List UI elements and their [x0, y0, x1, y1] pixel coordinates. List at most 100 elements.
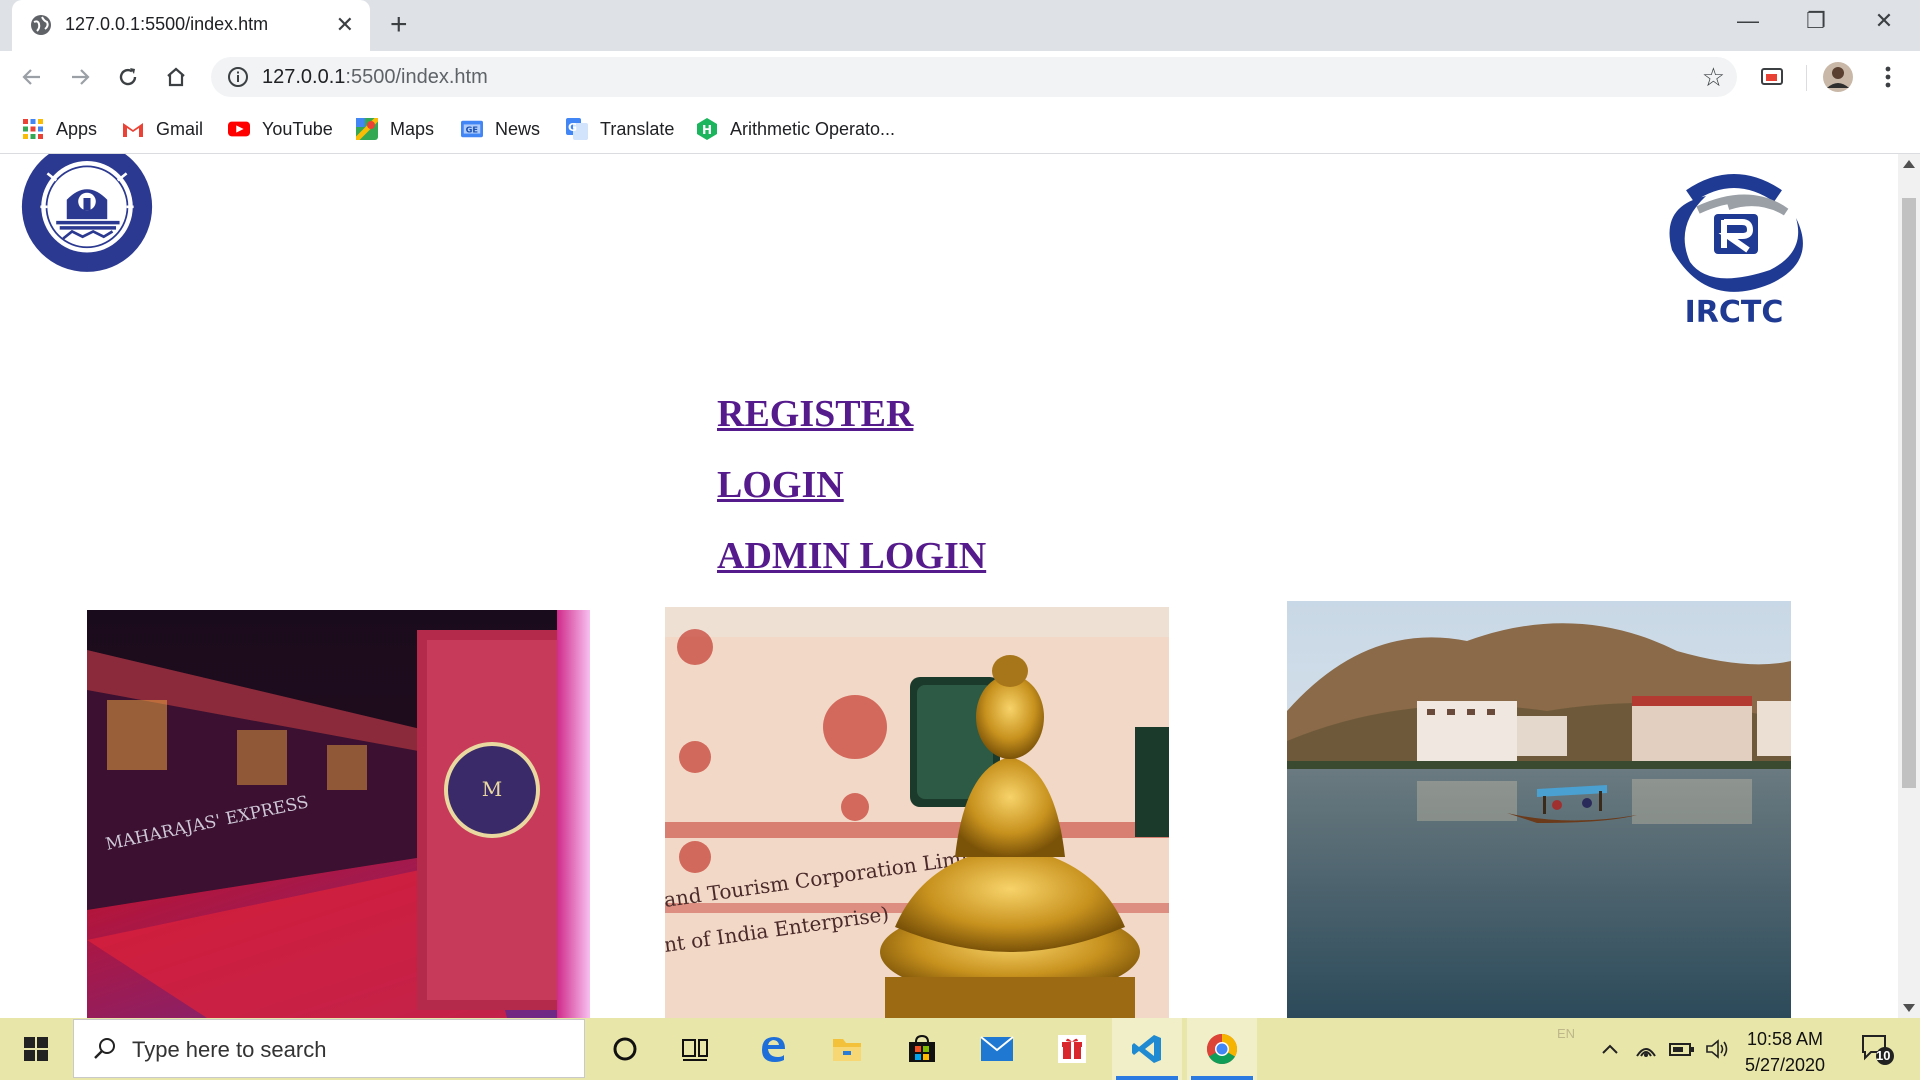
restore-button[interactable]: ❐ [1796, 8, 1836, 34]
svg-text:GE: GE [466, 125, 479, 135]
minimize-button[interactable]: — [1728, 8, 1768, 34]
register-link[interactable]: REGISTER [717, 394, 986, 434]
bookmarks-bar: Apps Gmail YouTube Maps GE News G Transl… [0, 104, 1920, 154]
gift-app-icon [1058, 1035, 1086, 1063]
bookmark-label: Arithmetic Operato... [730, 118, 896, 139]
maps-icon [356, 118, 378, 140]
address-bar[interactable]: 127.0.0.1:5500/index.htm ☆ [211, 57, 1737, 97]
svg-text:M: M [482, 777, 502, 801]
windows-logo-icon [24, 1037, 48, 1061]
chevron-up-icon [1602, 1044, 1618, 1054]
home-icon [167, 67, 185, 87]
start-button[interactable] [0, 1018, 72, 1080]
clock-time: 10:58 AM [1746, 1029, 1824, 1049]
browser-tab[interactable]: 127.0.0.1:5500/index.htm ✕ [12, 0, 370, 51]
new-tab-button[interactable]: + [390, 10, 408, 40]
taskbar-clock[interactable]: 10:58 AM 5/27/2020 [1730, 1026, 1840, 1078]
file-explorer-app[interactable] [812, 1018, 882, 1080]
arrow-left-icon [22, 69, 40, 85]
chrome-app[interactable] [1187, 1018, 1257, 1080]
forward-button[interactable] [62, 59, 98, 95]
reload-icon [119, 68, 137, 86]
toolbar-divider [1806, 65, 1807, 91]
bookmark-label: Translate [600, 118, 675, 139]
active-app-indicator [1191, 1076, 1253, 1080]
search-placeholder: Type here to search [132, 1037, 327, 1062]
url-path: :5500/index.htm [345, 66, 488, 88]
gift-app[interactable] [1037, 1018, 1107, 1080]
nav-links: REGISTER LOGIN ADMIN LOGIN [717, 394, 986, 607]
cast-icon [1761, 68, 1783, 85]
hyperskill-icon: H [696, 118, 718, 140]
file-explorer-icon [833, 1039, 861, 1061]
indian-railways-logo [21, 154, 153, 272]
tab-close-icon[interactable]: ✕ [336, 11, 354, 39]
notification-count: 10 [1876, 1048, 1891, 1063]
cortana-icon [613, 1037, 637, 1061]
youtube-icon [228, 118, 250, 140]
cortana-button[interactable] [590, 1018, 660, 1080]
task-view-icon [682, 1039, 708, 1061]
bookmark-label: Gmail [156, 118, 204, 139]
edge-app[interactable] [738, 1018, 808, 1080]
url-host: 127.0.0.1 [262, 66, 346, 88]
url-text[interactable]: 127.0.0.1:5500/index.htm [262, 66, 488, 89]
profile-avatar[interactable] [1820, 59, 1856, 95]
mail-icon [980, 1036, 1014, 1061]
bookmark-maps[interactable]: Maps [356, 116, 434, 142]
cast-button[interactable] [1754, 59, 1790, 95]
bookmark-label: YouTube [262, 118, 333, 139]
chrome-menu-button[interactable] [1870, 59, 1906, 95]
home-button[interactable] [158, 59, 194, 95]
action-center-button[interactable]: 10 [1852, 1018, 1902, 1080]
task-view-button[interactable] [660, 1018, 730, 1080]
active-app-indicator [1116, 1076, 1178, 1080]
scroll-up-arrow-icon[interactable] [1903, 160, 1915, 168]
arrow-right-icon [72, 69, 90, 85]
page-content: IRCTC REGISTER LOGIN ADMIN LOGIN M MAHAR… [0, 154, 1898, 1018]
irctc-logo-text: IRCTC [1685, 295, 1784, 328]
volume-button[interactable] [1704, 1018, 1730, 1080]
mail-app[interactable] [962, 1018, 1032, 1080]
bookmark-gmail[interactable]: Gmail [122, 116, 203, 142]
edge-icon [762, 1037, 785, 1062]
admin-login-link[interactable]: ADMIN LOGIN [717, 536, 986, 576]
page-scrollbar[interactable] [1898, 154, 1920, 1018]
reload-button[interactable] [110, 59, 146, 95]
tab-title: 127.0.0.1:5500/index.htm [65, 14, 269, 34]
tab-strip: 127.0.0.1:5500/index.htm ✕ + — ❐ ✕ [0, 0, 1920, 51]
clock-date: 5/27/2020 [1744, 1055, 1826, 1075]
globe-icon [31, 15, 51, 35]
taskbar-search[interactable]: Type here to search [73, 1019, 585, 1078]
svg-text:G: G [568, 121, 577, 134]
bookmark-youtube[interactable]: YouTube [228, 116, 333, 142]
info-icon[interactable] [227, 66, 249, 88]
window-close-button[interactable]: ✕ [1864, 8, 1904, 34]
show-hidden-icons-button[interactable] [1598, 1018, 1622, 1080]
store-app[interactable] [887, 1018, 957, 1080]
bookmark-apps[interactable]: Apps [22, 116, 97, 142]
search-icon [94, 1038, 115, 1059]
news-icon: GE [461, 118, 483, 140]
vscode-app[interactable] [1112, 1018, 1182, 1080]
bookmark-translate[interactable]: G Translate [566, 116, 674, 142]
language-indicator[interactable]: EN [1552, 1002, 1580, 1064]
battery-button[interactable] [1668, 1018, 1696, 1080]
translate-icon: G [566, 118, 588, 140]
bookmark-label: Maps [390, 118, 435, 139]
bookmark-star-icon[interactable]: ☆ [1702, 63, 1725, 91]
chrome-icon [1206, 1034, 1238, 1065]
scroll-down-arrow-icon[interactable] [1903, 1004, 1915, 1012]
browser-toolbar: 127.0.0.1:5500/index.htm ☆ [0, 51, 1920, 104]
buddha-train-photo: and Tourism Corporation Limited nt of In… [665, 607, 1169, 1018]
windows-taskbar: Type here to search EN 10:58 AM 5/27/202… [0, 1018, 1920, 1080]
irctc-logo: IRCTC [1669, 174, 1803, 328]
svg-text:H: H [702, 123, 712, 137]
scroll-thumb[interactable] [1902, 198, 1916, 788]
bookmark-news[interactable]: GE News [461, 116, 540, 142]
back-button[interactable] [14, 59, 50, 95]
login-link[interactable]: LOGIN [717, 465, 986, 505]
bookmark-label: Apps [56, 118, 98, 139]
network-button[interactable] [1634, 1018, 1658, 1080]
bookmark-arithmetic[interactable]: H Arithmetic Operato... [696, 116, 895, 142]
